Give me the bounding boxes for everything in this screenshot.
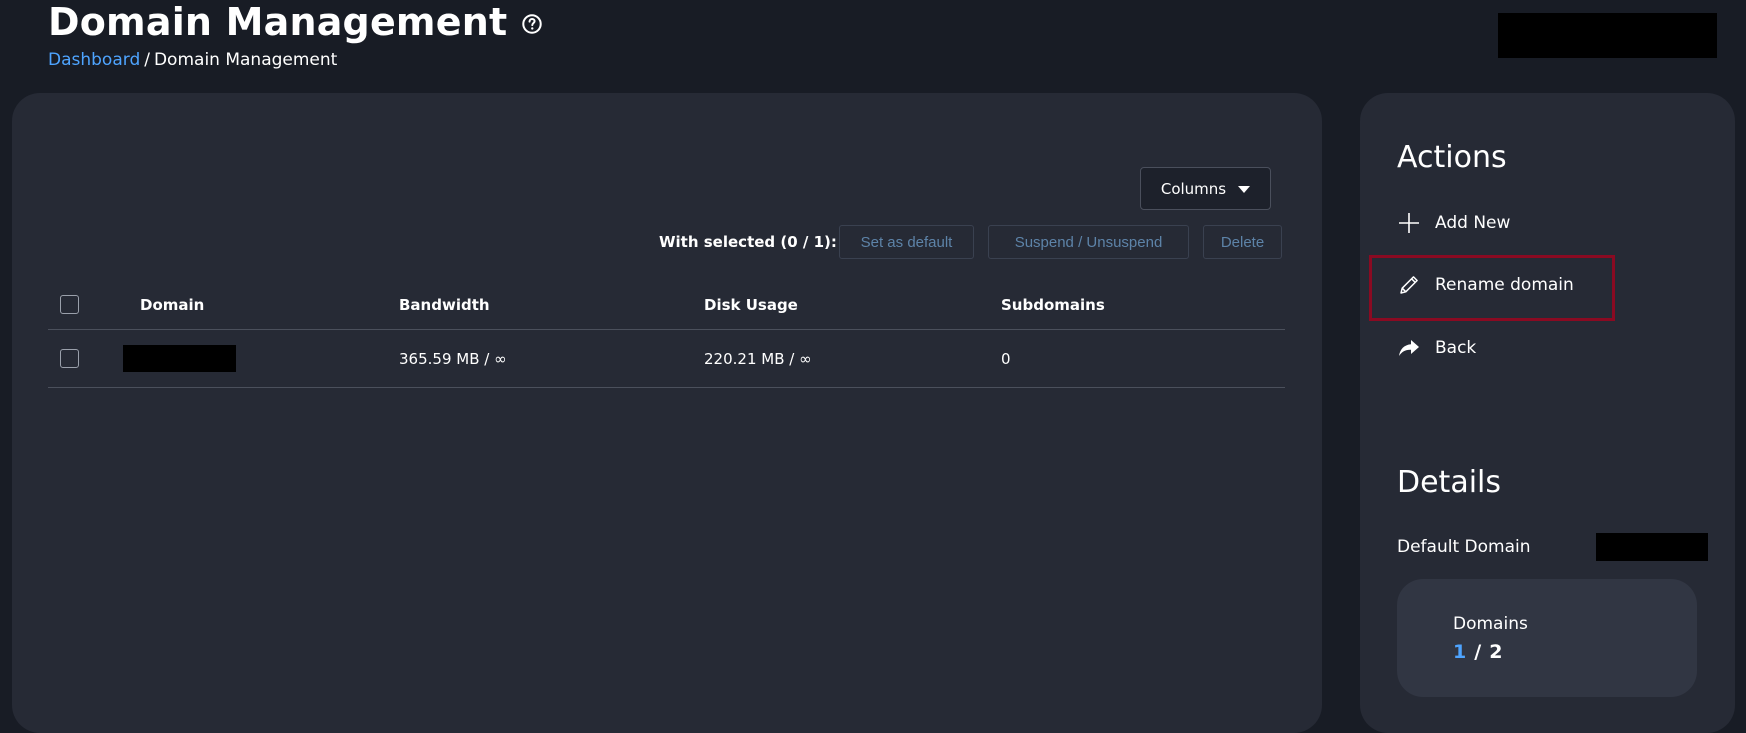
add-new-action[interactable]: Add New	[1397, 208, 1510, 238]
rename-domain-action[interactable]: Rename domain	[1397, 270, 1574, 300]
domains-used: 1	[1453, 641, 1467, 663]
delete-button[interactable]: Delete	[1203, 225, 1282, 259]
page-title: Domain Management	[48, 0, 508, 44]
row-checkbox[interactable]	[60, 349, 79, 368]
question-circle-icon[interactable]	[521, 13, 543, 35]
suspend-unsuspend-button[interactable]: Suspend / Unsuspend	[988, 225, 1189, 259]
breadcrumb-current: Domain Management	[153, 50, 338, 70]
column-header-bandwidth[interactable]: Bandwidth	[399, 280, 490, 329]
plus-icon	[1399, 213, 1419, 233]
table-row: 365.59 MB / ∞ 220.21 MB / ∞ 0	[48, 330, 1285, 388]
domains-total: 2	[1489, 641, 1503, 663]
domains-stat-title: Domains	[1453, 614, 1528, 634]
select-all-checkbox[interactable]	[60, 295, 79, 314]
columns-button-label: Columns	[1160, 179, 1227, 198]
column-header-disk-usage[interactable]: Disk Usage	[704, 280, 798, 329]
domains-stat-value: 1 / 2	[1453, 641, 1502, 663]
breadcrumb-dashboard-link[interactable]: Dashboard	[48, 50, 140, 70]
set-as-default-button[interactable]: Set as default	[839, 225, 974, 259]
domains-stat-card: Domains 1 / 2	[1397, 579, 1697, 697]
with-selected-label: With selected (0 / 1):	[659, 233, 837, 251]
pencil-icon	[1400, 276, 1418, 294]
default-domain-label: Default Domain	[1397, 537, 1531, 557]
caret-down-icon	[1238, 186, 1251, 193]
user-menu-redacted[interactable]	[1498, 13, 1717, 58]
domain-list-panel	[12, 93, 1322, 733]
breadcrumb-separator: /	[144, 50, 150, 70]
domains-separator: /	[1474, 641, 1482, 663]
actions-heading: Actions	[1397, 140, 1507, 175]
table-header: Domain Bandwidth Disk Usage Subdomains	[48, 280, 1285, 330]
column-header-domain[interactable]: Domain	[140, 280, 204, 329]
columns-dropdown-button[interactable]: Columns	[1140, 167, 1271, 210]
page-title-bar: Domain Management	[48, 0, 543, 44]
breadcrumb: Dashboard / Domain Management	[48, 50, 337, 70]
share-arrow-icon	[1399, 340, 1419, 356]
domain-name-redacted[interactable]	[123, 345, 236, 372]
details-heading: Details	[1397, 465, 1502, 500]
add-new-label: Add New	[1435, 213, 1511, 233]
subdomains-cell: 0	[1001, 349, 1011, 368]
bandwidth-cell: 365.59 MB / ∞	[399, 349, 507, 368]
back-label: Back	[1435, 338, 1477, 358]
disk-usage-cell: 220.21 MB / ∞	[704, 349, 812, 368]
default-domain-value-redacted	[1596, 533, 1708, 561]
back-action[interactable]: Back	[1397, 333, 1476, 363]
column-header-subdomains[interactable]: Subdomains	[1001, 280, 1105, 329]
rename-domain-label: Rename domain	[1435, 275, 1574, 295]
